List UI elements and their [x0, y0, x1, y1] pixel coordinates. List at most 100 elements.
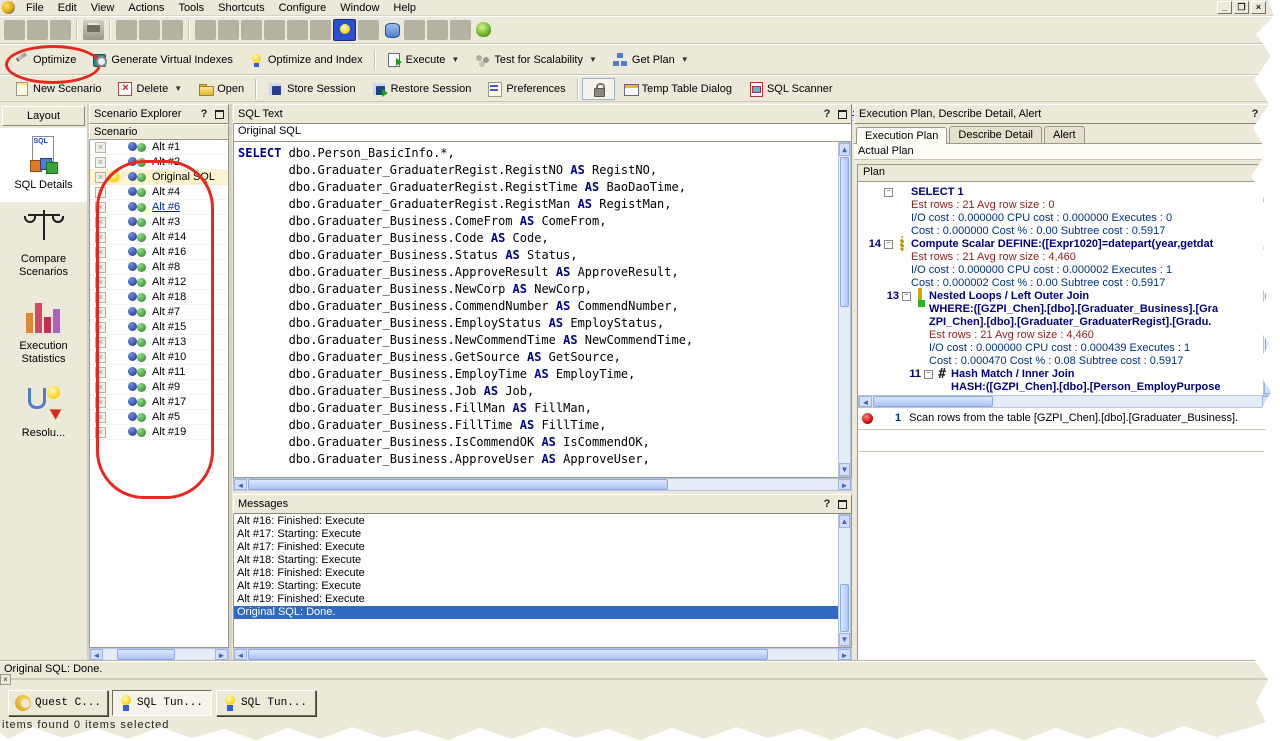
- open-button[interactable]: Open: [190, 78, 252, 100]
- test-for-scalability-button[interactable]: Test for Scalability▼: [467, 49, 605, 71]
- scenario-row-alt-13[interactable]: ×Alt #13: [90, 335, 228, 350]
- exclude-checkbox[interactable]: ×: [95, 187, 106, 198]
- message-row[interactable]: Alt #19: Finished: Execute: [234, 593, 851, 606]
- plan-alert-row[interactable]: 1 Scan rows from the table [GZPI_Chen].[…: [858, 408, 1276, 430]
- help-icon[interactable]: ?: [197, 108, 211, 120]
- exclude-checkbox[interactable]: ×: [95, 157, 106, 168]
- collapse-icon[interactable]: −: [884, 188, 893, 197]
- highlight-bulb-icon[interactable]: [333, 19, 356, 41]
- help-icon[interactable]: ?: [820, 498, 834, 510]
- optimize-and-index-button[interactable]: Optimize and Index: [241, 49, 371, 71]
- plan-node[interactable]: 11−#Hash Match / Inner JoinHASH:([GZPI_C…: [860, 368, 1276, 395]
- sql-text-tab[interactable]: Original SQL: [233, 124, 852, 142]
- scenario-row-alt-4[interactable]: ×Alt #4: [90, 185, 228, 200]
- menu-tools[interactable]: Tools: [171, 1, 211, 15]
- menu-window[interactable]: Window: [333, 1, 386, 15]
- messages-hscrollbar[interactable]: ◄ ►: [233, 648, 852, 661]
- plan-vscrollbar[interactable]: ▲▼: [1263, 182, 1276, 395]
- exclude-checkbox[interactable]: ×: [95, 142, 106, 153]
- minimize-button[interactable]: _: [1217, 1, 1232, 14]
- close-icon[interactable]: ×: [0, 674, 11, 685]
- collapse-icon[interactable]: −: [924, 370, 933, 379]
- restore-button[interactable]: ❐: [1234, 1, 1249, 14]
- message-row[interactable]: Alt #18: Finished: Execute: [234, 567, 851, 580]
- exclude-checkbox[interactable]: ×: [95, 382, 106, 393]
- exclude-checkbox[interactable]: ×: [95, 172, 106, 183]
- sidebar-item-execution-statistics[interactable]: Execution Statistics: [0, 289, 87, 376]
- plan-node[interactable]: 14−Compute Scalar DEFINE:([Expr1020]=dat…: [860, 238, 1276, 290]
- scenario-row-alt-3[interactable]: ×Alt #3: [90, 215, 228, 230]
- preferences-button[interactable]: Preferences: [479, 78, 573, 100]
- maximize-icon[interactable]: [215, 110, 224, 119]
- message-row-selected[interactable]: Original SQL: Done.: [234, 606, 851, 619]
- scenario-row-alt-12[interactable]: ×Alt #12: [90, 275, 228, 290]
- optimize-button[interactable]: Optimize: [6, 49, 84, 71]
- scenario-row-alt-17[interactable]: ×Alt #17: [90, 395, 228, 410]
- sql-hscrollbar[interactable]: ◄ ►: [233, 478, 852, 491]
- exclude-checkbox[interactable]: ×: [95, 412, 106, 423]
- sql-code-view[interactable]: SELECT dbo.Person_BasicInfo.*, dbo.Gradu…: [233, 142, 852, 478]
- scenario-row-alt-2[interactable]: ×Alt #2: [90, 155, 228, 170]
- message-row[interactable]: Alt #16: Finished: Execute: [234, 515, 851, 528]
- delete-button[interactable]: Delete▼: [109, 78, 190, 100]
- message-row[interactable]: Alt #19: Starting: Execute: [234, 580, 851, 593]
- database-icon[interactable]: [381, 20, 402, 40]
- exclude-checkbox[interactable]: ×: [95, 277, 106, 288]
- exclude-checkbox[interactable]: ×: [95, 397, 106, 408]
- chevron-down-icon[interactable]: ▼: [451, 55, 459, 64]
- collapse-icon[interactable]: −: [884, 240, 893, 249]
- sidebar-item-sql-details[interactable]: SQL Details: [0, 128, 87, 202]
- exclude-checkbox[interactable]: ×: [95, 292, 106, 303]
- chevron-down-icon[interactable]: ▼: [681, 55, 689, 64]
- menu-file[interactable]: File: [19, 1, 51, 15]
- menu-actions[interactable]: Actions: [121, 1, 171, 15]
- menu-edit[interactable]: Edit: [51, 1, 84, 15]
- message-row[interactable]: Alt #18: Starting: Execute: [234, 554, 851, 567]
- new-scenario-button[interactable]: New Scenario: [6, 78, 109, 100]
- chevron-down-icon[interactable]: ▼: [589, 55, 597, 64]
- taskbar-button-0[interactable]: Quest C...: [8, 690, 108, 716]
- sql-scanner-button[interactable]: SQL Scanner: [740, 78, 841, 100]
- collapse-icon[interactable]: −: [902, 292, 911, 301]
- maximize-icon[interactable]: [1266, 110, 1275, 119]
- taskbar-button-1[interactable]: SQL Tun...: [112, 690, 212, 716]
- plan-tree[interactable]: −SELECT 1Est rows : 21 Avg row size : 0I…: [858, 182, 1276, 395]
- scenario-row-alt-15[interactable]: ×Alt #15: [90, 320, 228, 335]
- plan-node[interactable]: 13−Nested Loops / Left Outer JoinWHERE:(…: [860, 290, 1276, 368]
- scenario-row-alt-9[interactable]: ×Alt #9: [90, 380, 228, 395]
- scenario-row-alt-8[interactable]: ×Alt #8: [90, 260, 228, 275]
- scenario-row-alt-5[interactable]: ×Alt #5: [90, 410, 228, 425]
- taskbar-button-2[interactable]: SQL Tun...: [216, 690, 316, 716]
- exclude-checkbox[interactable]: ×: [95, 367, 106, 378]
- menu-view[interactable]: View: [84, 1, 122, 15]
- exclude-checkbox[interactable]: ×: [95, 307, 106, 318]
- scenario-row-alt-6[interactable]: ×Alt #6: [90, 200, 228, 215]
- tab-alert[interactable]: Alert: [1044, 126, 1085, 143]
- scenario-row-alt-14[interactable]: ×Alt #14: [90, 230, 228, 245]
- message-row[interactable]: Alt #17: Finished: Execute: [234, 541, 851, 554]
- sql-vscrollbar[interactable]: ▲▼: [838, 142, 851, 477]
- toad-icon[interactable]: [473, 20, 494, 40]
- exclude-checkbox[interactable]: ×: [95, 202, 106, 213]
- exclude-checkbox[interactable]: ×: [95, 262, 106, 273]
- messages-vscrollbar[interactable]: ▲▼: [838, 514, 851, 647]
- temp-table-dialog-button[interactable]: Temp Table Dialog: [615, 78, 740, 100]
- print-icon[interactable]: [83, 20, 104, 40]
- plan-hscrollbar[interactable]: ◄ ►: [858, 395, 1276, 408]
- menu-help[interactable]: Help: [386, 1, 423, 15]
- maximize-icon[interactable]: [838, 110, 847, 119]
- tab-execution-plan[interactable]: Execution Plan: [856, 127, 947, 144]
- exclude-checkbox[interactable]: ×: [95, 247, 106, 258]
- sidebar-item-compare-scenarios[interactable]: Compare Scenarios: [0, 202, 87, 289]
- menu-shortcuts[interactable]: Shortcuts: [211, 1, 271, 15]
- lock-button[interactable]: [582, 78, 615, 100]
- scenario-hscrollbar[interactable]: ◄ ►: [89, 648, 229, 661]
- exclude-checkbox[interactable]: ×: [95, 217, 106, 228]
- generate-virtual-indexes-button[interactable]: Generate Virtual Indexes: [84, 49, 240, 71]
- plan-node[interactable]: −SELECT 1Est rows : 21 Avg row size : 0I…: [860, 186, 1276, 238]
- restore-session-button[interactable]: Restore Session: [364, 78, 480, 100]
- exclude-checkbox[interactable]: ×: [95, 232, 106, 243]
- scenario-row-alt-16[interactable]: ×Alt #16: [90, 245, 228, 260]
- sidebar-item-resolu[interactable]: Resolu...: [0, 376, 87, 450]
- scenario-row-alt-18[interactable]: ×Alt #18: [90, 290, 228, 305]
